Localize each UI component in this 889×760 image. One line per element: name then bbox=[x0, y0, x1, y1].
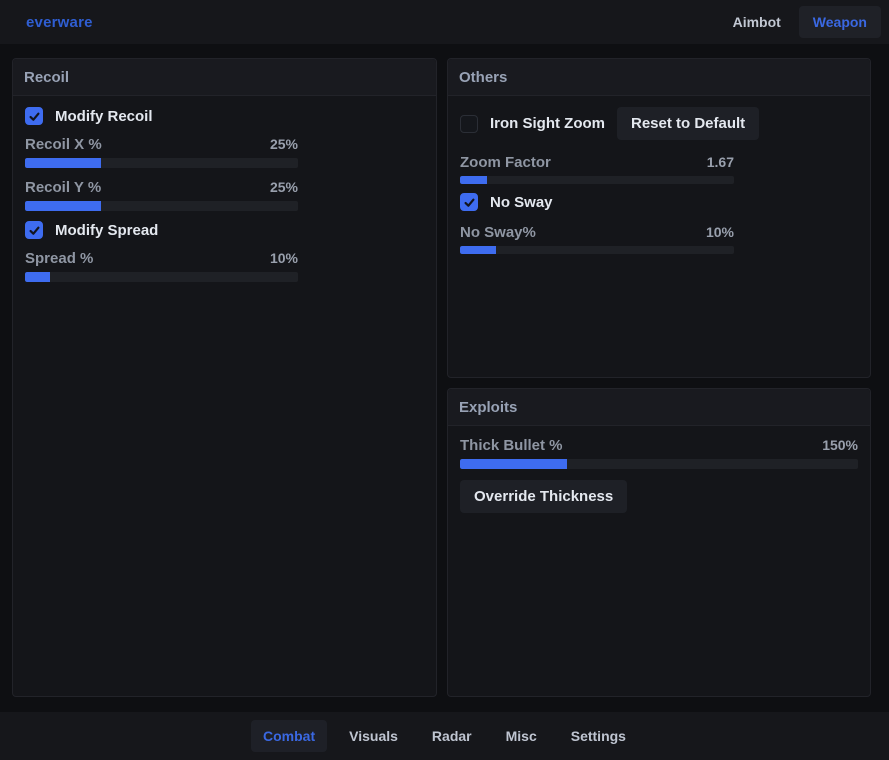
recoil-x-slider-group: Recoil X % 25% bbox=[25, 136, 298, 168]
spread-label: Spread % bbox=[25, 250, 93, 267]
thick-bullet-slider[interactable] bbox=[460, 459, 858, 469]
recoil-y-label: Recoil Y % bbox=[25, 179, 101, 196]
others-panel: Others Iron Sight Zoom Reset to Default … bbox=[447, 58, 871, 378]
tab-settings[interactable]: Settings bbox=[559, 720, 638, 752]
iron-sight-zoom-label: Iron Sight Zoom bbox=[490, 115, 605, 132]
recoil-x-label: Recoil X % bbox=[25, 136, 102, 153]
recoil-panel: Recoil Modify Recoil Recoil X % 25% bbox=[12, 58, 437, 697]
thick-bullet-slider-group: Thick Bullet % 150% bbox=[460, 437, 858, 469]
modify-spread-checkbox[interactable] bbox=[25, 221, 43, 239]
modify-recoil-label: Modify Recoil bbox=[55, 108, 153, 125]
no-sway-row: No Sway bbox=[460, 193, 858, 211]
zoom-factor-slider-fill bbox=[460, 176, 487, 184]
modify-spread-label: Modify Spread bbox=[55, 222, 158, 239]
tab-radar[interactable]: Radar bbox=[420, 720, 484, 752]
tab-weapon[interactable]: Weapon bbox=[799, 6, 881, 38]
exploits-panel: Exploits Thick Bullet % 150% Override Th… bbox=[447, 388, 871, 697]
top-bar: everware Aimbot Weapon bbox=[0, 0, 889, 44]
recoil-y-value: 25% bbox=[270, 179, 298, 195]
modify-recoil-row: Modify Recoil bbox=[25, 107, 424, 125]
reset-to-default-button[interactable]: Reset to Default bbox=[617, 107, 759, 140]
no-sway-pct-value: 10% bbox=[706, 224, 734, 240]
spread-slider[interactable] bbox=[25, 272, 298, 282]
spread-slider-group: Spread % 10% bbox=[25, 250, 298, 282]
recoil-y-slider-fill bbox=[25, 201, 101, 211]
bottom-bar: Combat Visuals Radar Misc Settings bbox=[0, 712, 889, 760]
zoom-factor-value: 1.67 bbox=[707, 154, 734, 170]
recoil-x-slider[interactable] bbox=[25, 158, 298, 168]
others-panel-title: Others bbox=[448, 59, 870, 96]
zoom-factor-slider-group: Zoom Factor 1.67 bbox=[460, 154, 734, 184]
no-sway-pct-label: No Sway% bbox=[460, 224, 536, 241]
recoil-x-slider-fill bbox=[25, 158, 101, 168]
no-sway-label: No Sway bbox=[490, 194, 553, 211]
spread-value: 10% bbox=[270, 250, 298, 266]
iron-sight-zoom-row: Iron Sight Zoom Reset to Default bbox=[460, 107, 858, 140]
tab-aimbot[interactable]: Aimbot bbox=[719, 6, 795, 38]
main-content: Recoil Modify Recoil Recoil X % 25% bbox=[0, 44, 889, 712]
no-sway-checkbox[interactable] bbox=[460, 193, 478, 211]
thick-bullet-slider-fill bbox=[460, 459, 567, 469]
recoil-y-slider[interactable] bbox=[25, 201, 298, 211]
recoil-x-value: 25% bbox=[270, 136, 298, 152]
no-sway-pct-slider[interactable] bbox=[460, 246, 734, 254]
checkmark-icon bbox=[28, 110, 41, 123]
recoil-panel-title: Recoil bbox=[13, 59, 436, 96]
override-thickness-button[interactable]: Override Thickness bbox=[460, 480, 627, 513]
thick-bullet-label: Thick Bullet % bbox=[460, 437, 563, 454]
iron-sight-zoom-checkbox[interactable] bbox=[460, 115, 478, 133]
app-logo: everware bbox=[26, 14, 93, 31]
modify-recoil-checkbox[interactable] bbox=[25, 107, 43, 125]
zoom-factor-label: Zoom Factor bbox=[460, 154, 551, 171]
checkmark-icon bbox=[463, 196, 476, 209]
spread-slider-fill bbox=[25, 272, 50, 282]
exploits-panel-title: Exploits bbox=[448, 389, 870, 426]
no-sway-pct-slider-group: No Sway% 10% bbox=[460, 224, 734, 254]
tab-misc[interactable]: Misc bbox=[494, 720, 549, 752]
tab-visuals[interactable]: Visuals bbox=[337, 720, 410, 752]
thick-bullet-value: 150% bbox=[822, 437, 858, 453]
modify-spread-row: Modify Spread bbox=[25, 221, 424, 239]
zoom-factor-slider[interactable] bbox=[460, 176, 734, 184]
no-sway-pct-slider-fill bbox=[460, 246, 496, 254]
tab-combat[interactable]: Combat bbox=[251, 720, 327, 752]
checkmark-icon bbox=[28, 224, 41, 237]
recoil-y-slider-group: Recoil Y % 25% bbox=[25, 179, 298, 211]
